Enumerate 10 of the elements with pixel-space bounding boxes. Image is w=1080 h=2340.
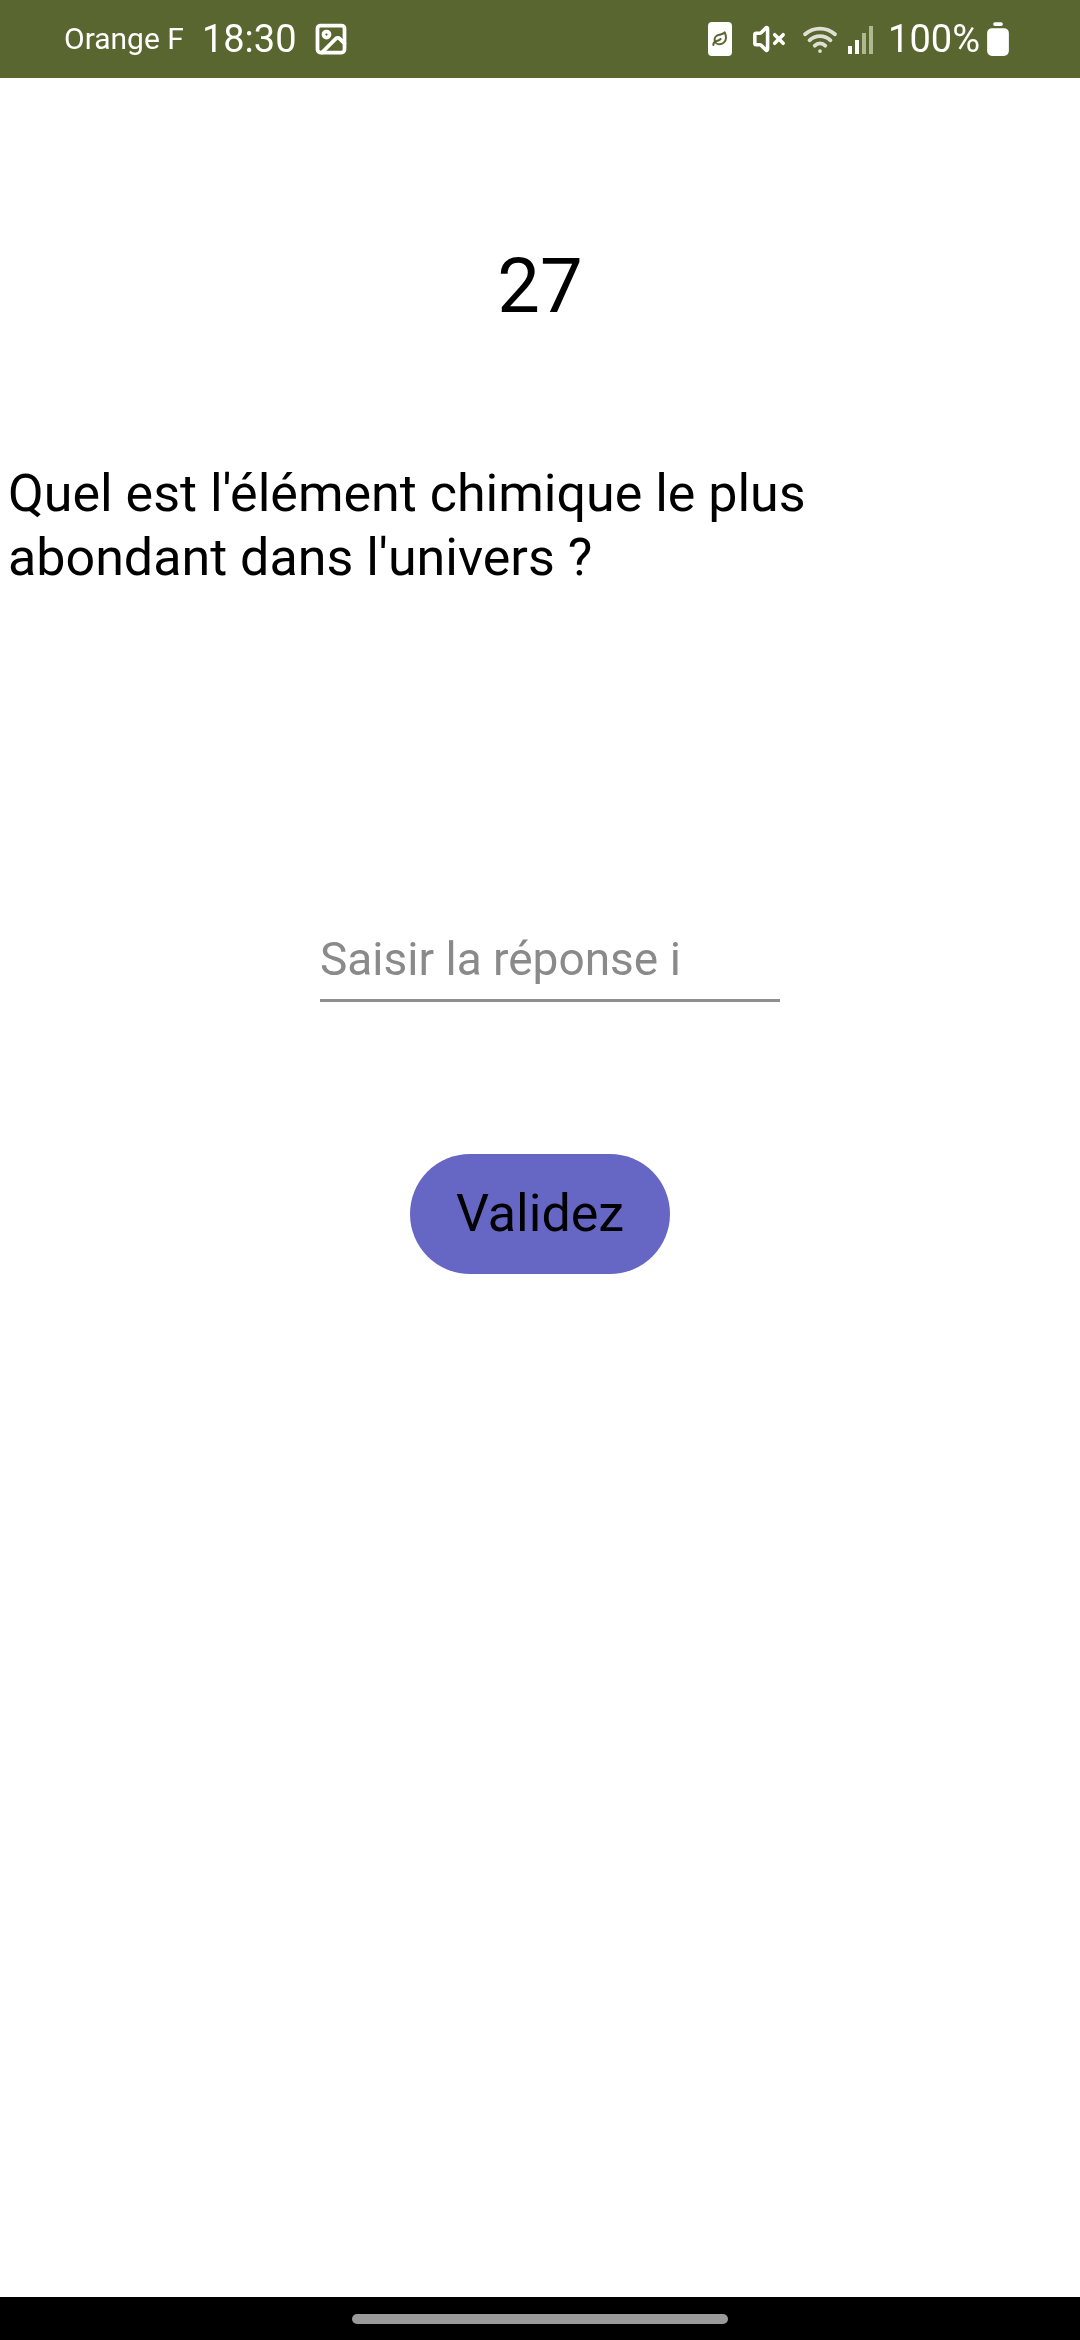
signal-icon [848,24,875,54]
battery-percentage: 100% [888,20,980,58]
home-handle[interactable] [352,2313,728,2324]
question-text: Quel est l'élément chimique le plus abondant dans l'univers ? [8,462,807,590]
submit-button[interactable]: Validez [409,1154,671,1274]
clock: 18:30 [201,20,297,58]
answer-field[interactable]: Saisir la réponse i [320,918,780,1002]
question-number: 27 [497,248,583,324]
battery-saver-icon [708,22,733,56]
carrier-name: Orange F [64,24,184,54]
